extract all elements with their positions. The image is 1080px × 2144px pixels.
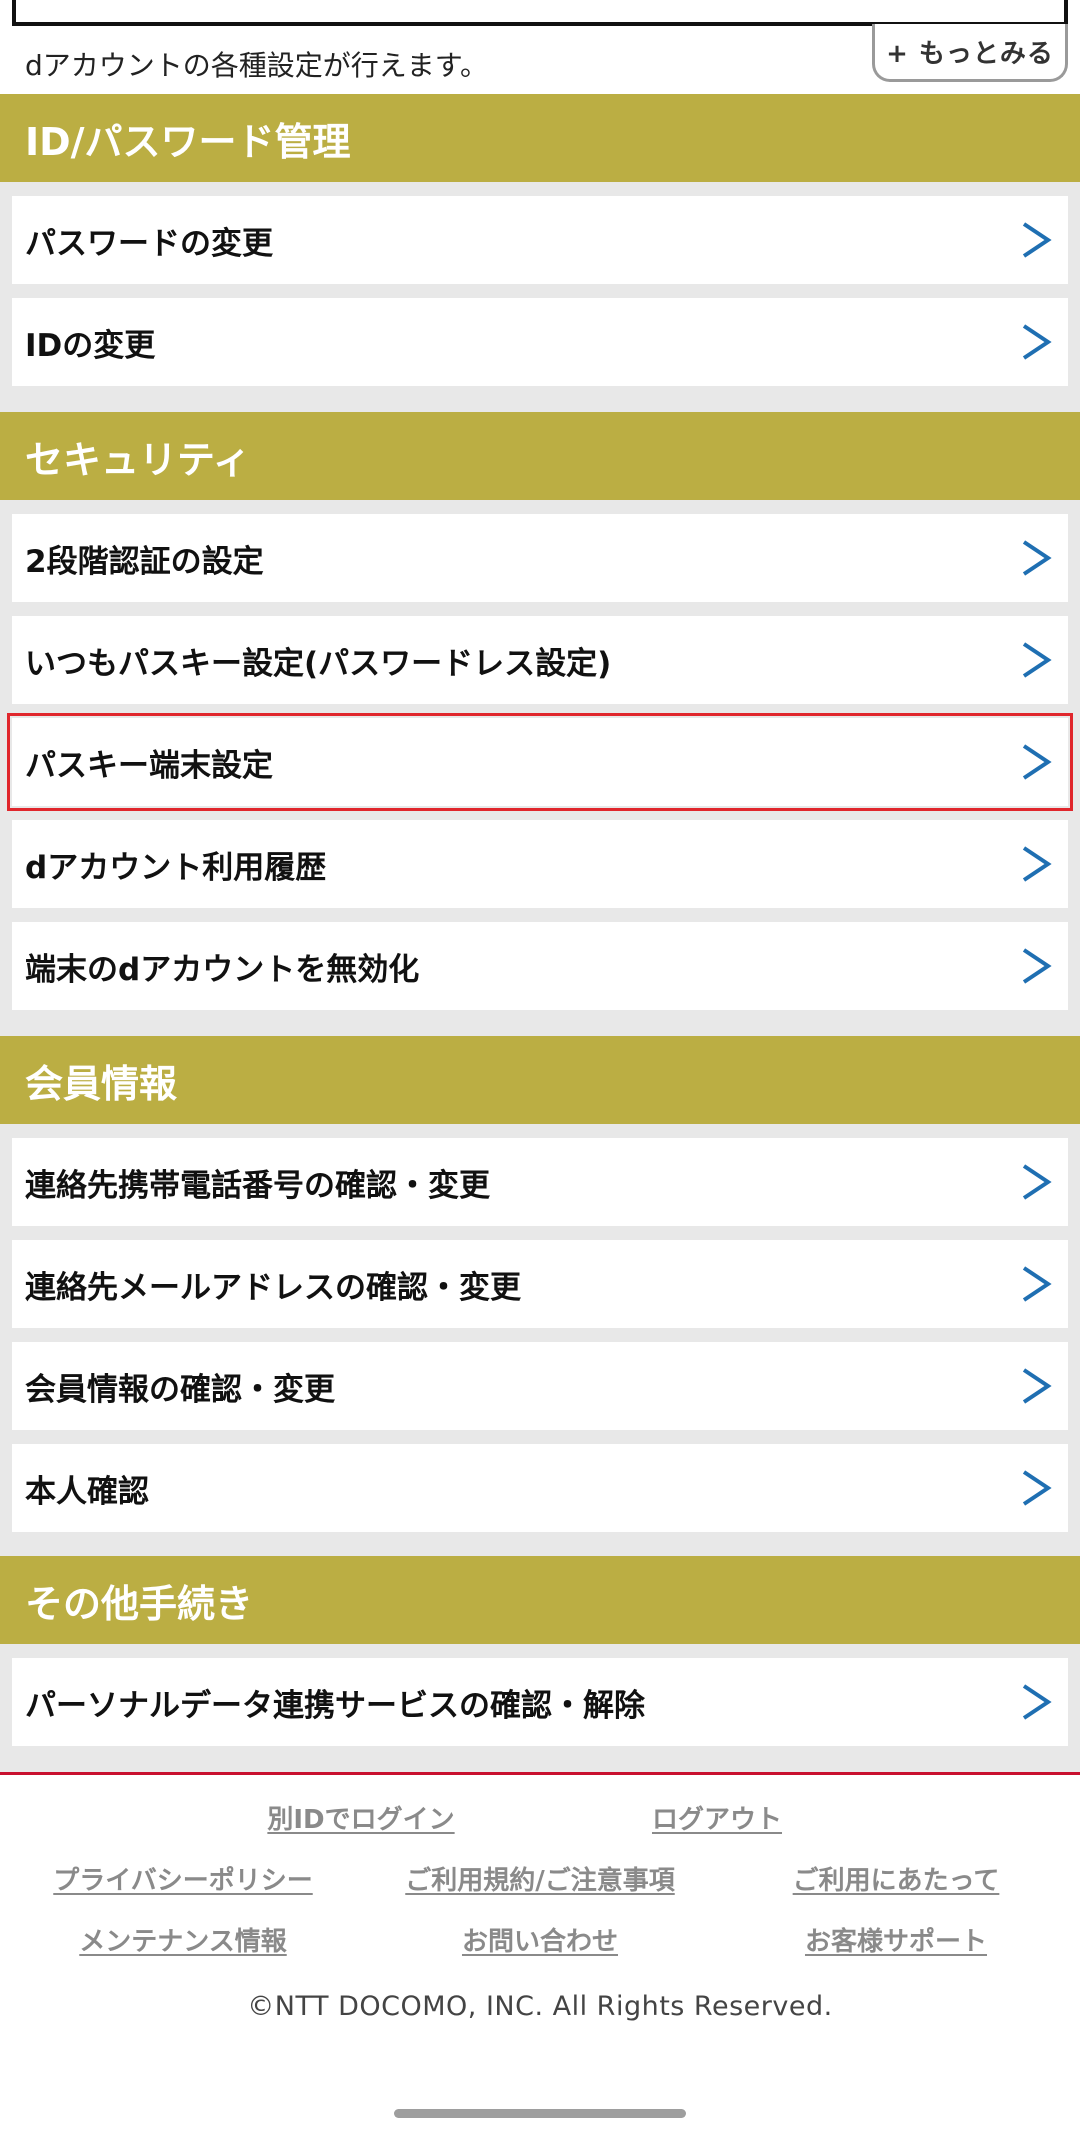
chevron-right-icon	[1022, 1368, 1052, 1404]
menu-item-label: パスキー端末設定	[25, 747, 273, 784]
menu-item-usage-history[interactable]: dアカウント利用履歴	[12, 820, 1068, 908]
menu-item-personal-data-link[interactable]: パーソナルデータ連携サービスの確認・解除	[12, 1658, 1068, 1746]
menu-item-identity-verification[interactable]: 本人確認	[12, 1444, 1068, 1532]
menu-item-label: パーソナルデータ連携サービスの確認・解除	[25, 1687, 645, 1724]
menu-item-two-step-auth[interactable]: 2段階認証の設定	[12, 514, 1068, 602]
menu-item-label: 本人確認	[25, 1473, 149, 1510]
chevron-right-icon	[1022, 744, 1052, 780]
section-header-security: セキュリティ	[0, 412, 1080, 500]
footer-link-maintenance[interactable]: メンテナンス情報	[79, 1921, 286, 1958]
menu-item-label: 端末のdアカウントを無効化	[25, 951, 420, 988]
footer-link-terms[interactable]: ご利用規約/ご注意事項	[405, 1860, 675, 1897]
section-header-id-password: ID/パスワード管理	[0, 94, 1080, 182]
top-panel-edge	[12, 0, 1068, 26]
section-header-other-procedures: その他手続き	[0, 1556, 1080, 1644]
footer: 別IDでログイン ログアウト プライバシーポリシー ご利用規約/ご注意事項 ご利…	[0, 1772, 1080, 2144]
footer-link-support[interactable]: お客様サポート	[805, 1921, 987, 1958]
menu-item-member-info[interactable]: 会員情報の確認・変更	[12, 1342, 1068, 1430]
menu-item-label: 2段階認証の設定	[25, 543, 264, 580]
chevron-right-icon	[1022, 1470, 1052, 1506]
chevron-right-icon	[1022, 222, 1052, 258]
footer-link-logout[interactable]: ログアウト	[652, 1799, 782, 1836]
chevron-right-icon	[1022, 1164, 1052, 1200]
more-button[interactable]: + もっとみる	[872, 24, 1068, 82]
intro-area: dアカウントの各種設定が行えます。 + もっとみる	[0, 0, 1080, 94]
chevron-right-icon	[1022, 540, 1052, 576]
menu-item-disable-device[interactable]: 端末のdアカウントを無効化	[12, 922, 1068, 1010]
footer-link-contact[interactable]: お問い合わせ	[462, 1921, 618, 1958]
menu-item-contact-phone[interactable]: 連絡先携帯電話番号の確認・変更	[12, 1138, 1068, 1226]
menu-item-label: dアカウント利用履歴	[25, 849, 327, 886]
chevron-right-icon	[1022, 846, 1052, 882]
menu-item-label: パスワードの変更	[25, 225, 273, 262]
chevron-right-icon	[1022, 324, 1052, 360]
footer-link-usage[interactable]: ご利用にあたって	[793, 1860, 1000, 1897]
chevron-right-icon	[1022, 1266, 1052, 1302]
section-header-member-info: 会員情報	[0, 1036, 1080, 1124]
menu-item-label: 連絡先メールアドレスの確認・変更	[25, 1269, 521, 1306]
chevron-right-icon	[1022, 1684, 1052, 1720]
menu-item-passkey-device[interactable]: パスキー端末設定	[7, 713, 1073, 811]
menu-item-label: 会員情報の確認・変更	[25, 1371, 335, 1408]
menu-item-label: IDの変更	[25, 327, 156, 364]
menu-item-change-id[interactable]: IDの変更	[12, 298, 1068, 386]
intro-text: dアカウントの各種設定が行えます。	[25, 49, 488, 82]
copyright: ©NTT DOCOMO, INC. All Rights Reserved.	[247, 1991, 833, 2022]
menu-item-label: いつもパスキー設定(パスワードレス設定)	[25, 645, 612, 682]
menu-item-passkey-always[interactable]: いつもパスキー設定(パスワードレス設定)	[12, 616, 1068, 704]
chevron-right-icon	[1022, 948, 1052, 984]
footer-link-login-other[interactable]: 別IDでログイン	[267, 1799, 454, 1836]
menu-item-change-password[interactable]: パスワードの変更	[12, 196, 1068, 284]
chevron-right-icon	[1022, 642, 1052, 678]
footer-link-privacy[interactable]: プライバシーポリシー	[53, 1860, 312, 1897]
home-indicator[interactable]	[394, 2109, 686, 2118]
menu-item-contact-email[interactable]: 連絡先メールアドレスの確認・変更	[12, 1240, 1068, 1328]
menu-item-label: 連絡先携帯電話番号の確認・変更	[25, 1167, 490, 1204]
